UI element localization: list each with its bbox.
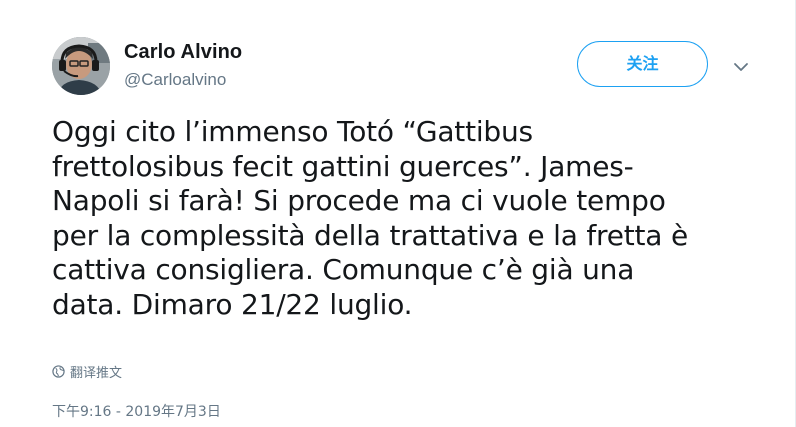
tweet-text-line: frettolosibus fecit gattini guerces”. Ja… <box>52 149 634 183</box>
more-options-button[interactable] <box>730 57 752 77</box>
user-name[interactable]: Carlo Alvino <box>124 41 242 64</box>
chevron-down-icon <box>734 63 748 71</box>
translate-tweet-link[interactable]: 翻译推文 <box>52 362 122 381</box>
translate-tweet-label: 翻译推文 <box>70 366 123 381</box>
tweet-text: Oggi cito l’immenso Totó “Gattibus frett… <box>52 115 772 322</box>
tweet-text-line: data. Dimaro 21/22 luglio. <box>52 287 413 321</box>
tweet-card: Carlo Alvino @Carloalvino 关注 Oggi cito l… <box>0 0 796 427</box>
tweet-text-line: per la complessità della trattativa e la… <box>52 218 688 252</box>
globe-icon <box>52 365 65 378</box>
tweet-text-line: Oggi cito l’immenso Totó “Gattibus <box>52 115 533 148</box>
tweet-text-line: Napoli si farà! Si procede ma ci vuole t… <box>52 184 666 217</box>
user-handle[interactable]: @Carloalvino <box>124 70 226 90</box>
tweet-timestamp[interactable]: 下午9:16 - 2019年7月3日 <box>52 401 221 421</box>
avatar[interactable] <box>52 37 110 95</box>
follow-button[interactable]: 关注 <box>577 41 708 87</box>
tweet-text-line: cattiva consigliera. Comunque c’è già un… <box>52 253 635 286</box>
avatar-photo-icon <box>52 37 110 95</box>
